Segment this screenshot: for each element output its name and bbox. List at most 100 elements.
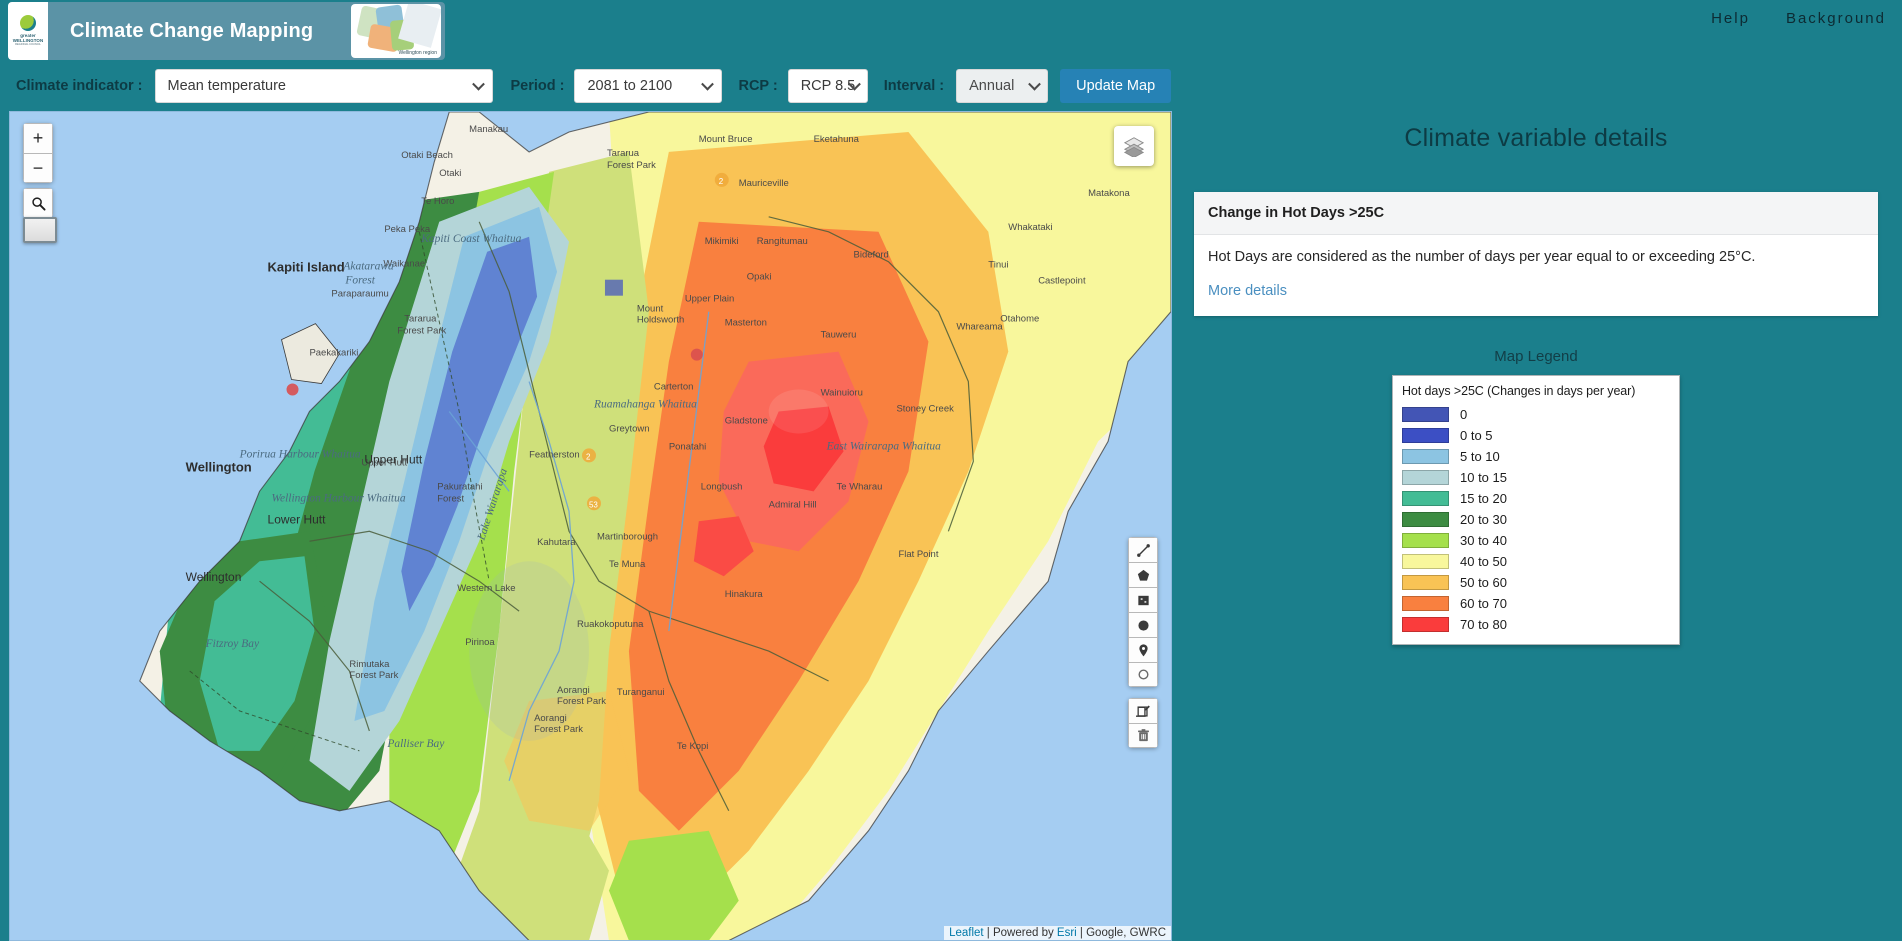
svg-text:Paekakariki: Paekakariki: [309, 348, 358, 359]
esri-link[interactable]: Esri: [1057, 927, 1077, 939]
climate-variable-body: Hot Days are considered as the number of…: [1194, 235, 1878, 316]
svg-text:Otahome: Otahome: [1000, 314, 1039, 325]
marker-icon: [1138, 643, 1148, 656]
attribution-sep1: | Powered by: [983, 927, 1057, 939]
svg-text:2: 2: [719, 177, 724, 186]
svg-text:Aorangi: Aorangi: [534, 713, 567, 724]
legend-label: 0 to 5: [1460, 427, 1493, 443]
svg-text:53: 53: [589, 500, 598, 509]
svg-text:Tararua: Tararua: [607, 148, 640, 159]
svg-text:Ruakokoputuna: Ruakokoputuna: [577, 619, 644, 630]
legend-rows: 0 0 to 5 5 to 10 10 to 15 15 to 20 20 to 30 30…: [1402, 404, 1670, 635]
draw-rectangle-button[interactable]: [1128, 587, 1158, 612]
legend-swatch: [1402, 469, 1449, 485]
nav-background[interactable]: Background: [1786, 10, 1886, 27]
panel-title: Climate variable details: [1404, 124, 1668, 152]
circlemarker-icon: [1137, 669, 1149, 680]
svg-text:Rimutaka: Rimutaka: [349, 659, 390, 670]
chevron-down-icon: [701, 77, 715, 91]
svg-text:Paraparaumu: Paraparaumu: [331, 289, 388, 300]
svg-text:Opaki: Opaki: [747, 272, 772, 283]
climate-indicator-value: Mean temperature: [167, 78, 286, 94]
interval-select[interactable]: Annual: [956, 69, 1049, 103]
svg-text:Mount: Mount: [637, 304, 664, 315]
legend-row: 0 to 5: [1402, 425, 1670, 446]
legend-swatch: [1402, 595, 1449, 611]
svg-text:Wellington Harbour Whaitua: Wellington Harbour Whaitua: [272, 492, 406, 504]
svg-text:2: 2: [586, 452, 591, 461]
draw-marker-button[interactable]: [1128, 637, 1158, 662]
circle-icon: [1137, 619, 1149, 631]
chevron-down-icon: [1028, 77, 1042, 91]
svg-text:Palliser Bay: Palliser Bay: [386, 738, 445, 750]
draw-polyline-button[interactable]: [1128, 537, 1158, 562]
attribution-sep2: | Google, GWRC: [1076, 927, 1166, 939]
update-map-button[interactable]: Update Map: [1060, 69, 1172, 103]
more-details-link[interactable]: More details: [1208, 283, 1287, 299]
climate-variable-card: Change in Hot Days >25C Hot Days are con…: [1194, 192, 1878, 316]
basemap-swatch-icon[interactable]: [23, 217, 57, 243]
legend-swatch: [1402, 574, 1449, 590]
delete-layers-button[interactable]: [1128, 723, 1158, 748]
svg-text:Te Wharau: Te Wharau: [837, 481, 883, 492]
region-thumbnail-caption: Wellington region: [398, 50, 437, 56]
gwrc-logo: greater WELLINGTON REGIONAL COUNCIL: [8, 2, 48, 60]
svg-text:Bideford: Bideford: [854, 250, 889, 261]
rcp-select[interactable]: RCP 8.5: [787, 69, 868, 103]
draw-shapes-group[interactable]: [1128, 537, 1158, 687]
legend-row: 30 to 40: [1402, 530, 1670, 551]
climate-variable-description: Hot Days are considered as the number of…: [1208, 249, 1756, 265]
svg-text:Tararua: Tararua: [404, 314, 437, 325]
svg-text:Tinui: Tinui: [988, 260, 1008, 271]
svg-text:Forest: Forest: [344, 275, 375, 287]
svg-text:Wellington: Wellington: [186, 459, 252, 474]
legend-label: 15 to 20: [1460, 490, 1507, 506]
draw-polygon-button[interactable]: [1128, 562, 1158, 587]
svg-text:Ruamahanga Whaitua: Ruamahanga Whaitua: [593, 398, 697, 410]
legend-row: 0: [1402, 404, 1670, 425]
svg-text:Mount Bruce: Mount Bruce: [699, 134, 753, 145]
svg-text:Kapiti Coast Whaitua: Kapiti Coast Whaitua: [420, 233, 521, 245]
draw-edit-group[interactable]: [1128, 698, 1158, 748]
leaf-icon: [20, 15, 36, 32]
nav-help[interactable]: Help: [1711, 10, 1750, 27]
period-select[interactable]: 2081 to 2100: [574, 69, 723, 103]
layers-control[interactable]: [1114, 126, 1154, 166]
draw-toolbar[interactable]: [1128, 537, 1158, 748]
legend-label: 30 to 40: [1460, 532, 1507, 548]
legend-row: 50 to 60: [1402, 572, 1670, 593]
zoom-in-button[interactable]: +: [23, 123, 53, 153]
svg-text:Pakuratahi: Pakuratahi: [437, 481, 482, 492]
controls-bar: Climate indicator : Mean temperature Per…: [0, 62, 1902, 110]
period-label: Period :: [510, 78, 565, 94]
legend-swatch: [1402, 490, 1449, 506]
legend-swatch: [1402, 406, 1449, 422]
legend-label: 60 to 70: [1460, 595, 1507, 611]
logo-subtitle: REGIONAL COUNCIL: [15, 43, 41, 47]
legend-label: 40 to 50: [1460, 553, 1507, 569]
legend-swatch: [1402, 511, 1449, 527]
legend-swatch: [1402, 427, 1449, 443]
legend-swatch: [1402, 532, 1449, 548]
polyline-icon: [1136, 543, 1150, 557]
svg-text:Upper Plain: Upper Plain: [685, 294, 734, 305]
rcp-value: RCP 8.5: [800, 78, 856, 94]
draw-circle-button[interactable]: [1128, 612, 1158, 637]
layers-button[interactable]: [1114, 126, 1154, 166]
leaflet-link[interactable]: Leaflet: [949, 927, 984, 939]
search-icon: [31, 196, 46, 211]
zoom-out-button[interactable]: −: [23, 153, 53, 183]
svg-text:Wellington: Wellington: [186, 570, 242, 584]
svg-text:Admiral Hill: Admiral Hill: [769, 499, 817, 510]
svg-text:Martinborough: Martinborough: [597, 531, 658, 542]
draw-circlemarker-button[interactable]: [1128, 662, 1158, 687]
edit-layers-button[interactable]: [1128, 698, 1158, 723]
basemap-control[interactable]: [23, 217, 57, 243]
legend-swatch: [1402, 616, 1449, 632]
map-search-control[interactable]: [23, 188, 53, 218]
search-button[interactable]: [23, 188, 53, 218]
climate-indicator-select[interactable]: Mean temperature: [154, 69, 493, 103]
climate-map[interactable]: Manakau Otaki Beach Otaki Te Horo Peka P…: [9, 111, 1172, 941]
zoom-control[interactable]: + −: [23, 123, 53, 183]
svg-text:Pirinoa: Pirinoa: [465, 637, 495, 648]
